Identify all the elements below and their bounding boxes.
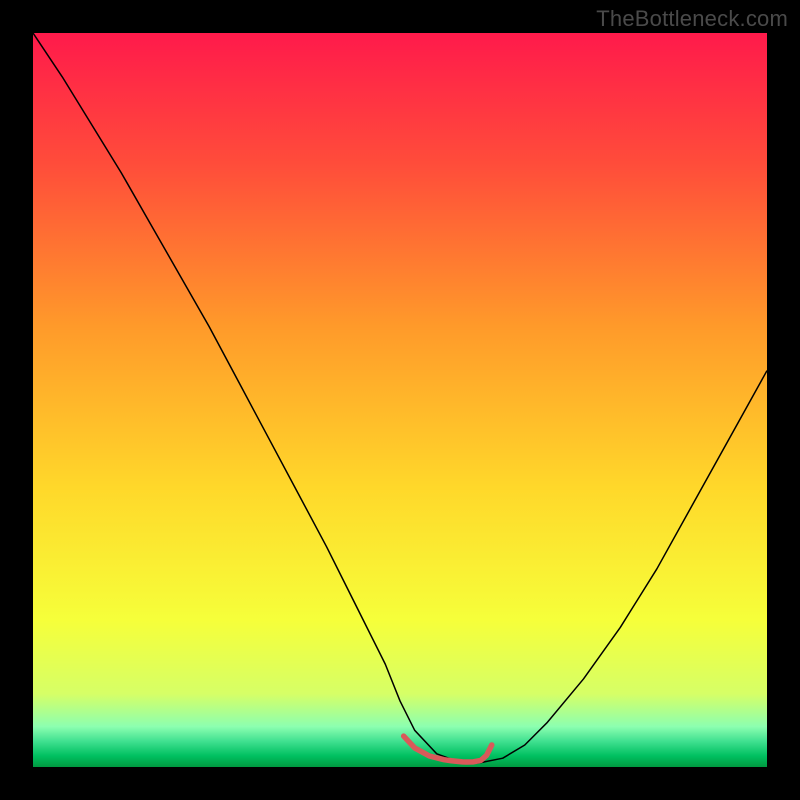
watermark-label: TheBottleneck.com — [596, 6, 788, 32]
plot-svg — [33, 33, 767, 767]
plot-area — [33, 33, 767, 767]
chart-frame: TheBottleneck.com — [0, 0, 800, 800]
